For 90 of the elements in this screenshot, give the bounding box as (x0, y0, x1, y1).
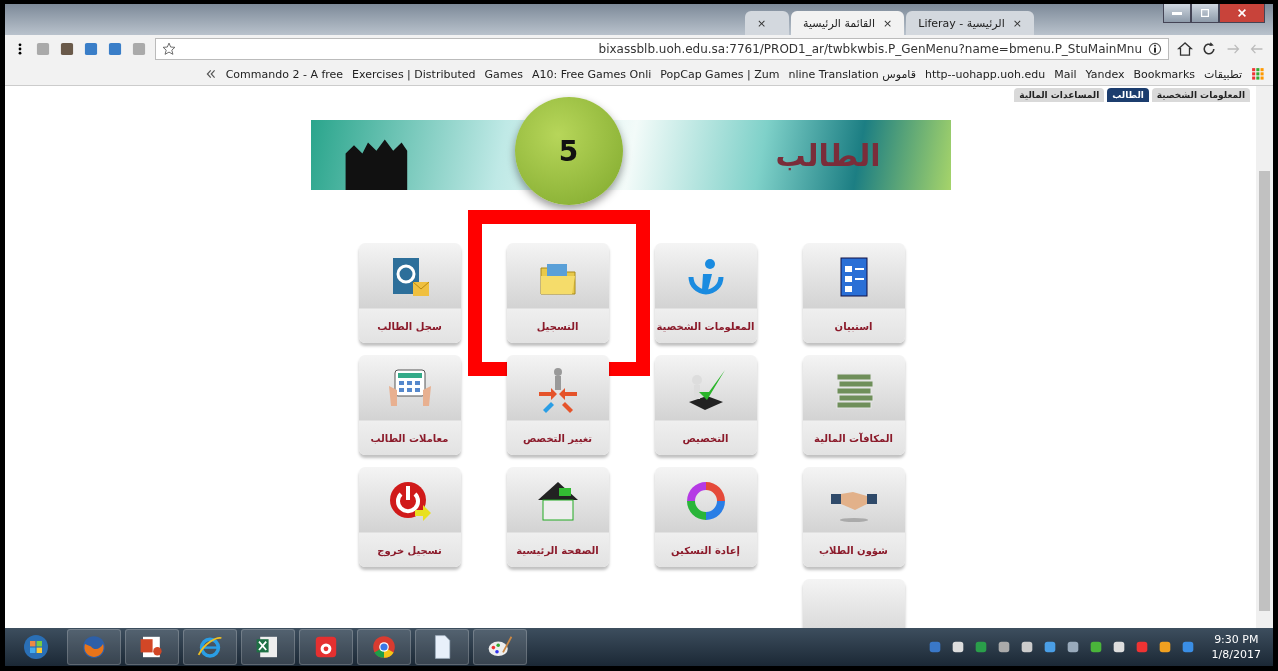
apps-grid-icon (1251, 67, 1265, 81)
tray-icon (927, 640, 942, 654)
star-icon (162, 42, 176, 56)
tile-label: شؤون الطلاب (819, 545, 888, 556)
bookmark-link[interactable]: http--uohapp.uoh.edu (924, 67, 1046, 81)
taskbar-button[interactable] (415, 629, 469, 665)
page-tab[interactable]: المعلومات الشخصية (1151, 88, 1250, 102)
extension-icon (83, 41, 99, 57)
double-chevron-icon (204, 68, 217, 80)
extension-icon (35, 41, 51, 57)
tile-label: استبيان (834, 321, 873, 332)
tile-label: تسجيل خروج (377, 545, 442, 556)
info-icon (1148, 42, 1162, 56)
taskbar-button[interactable] (183, 629, 237, 665)
scrollbar[interactable] (1256, 86, 1273, 628)
maximize-icon (1200, 8, 1210, 18)
bookmark-link[interactable]: Yandex (1085, 67, 1125, 81)
bookmark-link[interactable]: PopCap Games | Zum (660, 67, 780, 81)
tile-label: التسجيل (536, 321, 579, 332)
reload-icon (1201, 41, 1217, 57)
menu-tile[interactable]: تغيير التخصص (506, 355, 609, 455)
menu-tile[interactable]: سجل الطالب (358, 243, 461, 343)
address-field[interactable]: bixassblb.uoh.edu.sa:7761/PROD1_ar/twbkwbis.P_GenMenu?name=bmenu.P_StuMainMnu (155, 38, 1169, 60)
menu-tile[interactable]: التسجيل (506, 243, 609, 343)
tray-icon (1065, 640, 1080, 654)
menu-tile[interactable]: معاملات الطالب (358, 355, 461, 455)
close-icon (1237, 8, 1247, 18)
taskbar-button[interactable] (241, 629, 295, 665)
extension-icon (107, 41, 123, 57)
menu-tile[interactable]: المعلومات الشخصية (654, 243, 757, 343)
tile-label: إعادة التسكين (671, 545, 740, 556)
menu-tile[interactable]: إعادة التسكين (654, 467, 757, 567)
browser-tab[interactable]: القائمة الرئيسية × (791, 11, 905, 35)
taskbar-button[interactable] (357, 629, 411, 665)
tray-icon (1111, 640, 1126, 654)
extension-icon (131, 41, 147, 57)
menu-tile[interactable]: المكافآت المالية (802, 355, 905, 455)
bookmark-link[interactable]: Games (484, 67, 523, 81)
tab-close-button[interactable]: × (1012, 16, 1022, 30)
tray-icon (1019, 640, 1034, 654)
minimize-button[interactable] (1163, 4, 1191, 23)
tray-icon (950, 640, 965, 654)
extension-icon (59, 41, 75, 57)
bookmark-link[interactable]: Mail (1054, 67, 1077, 81)
menu-tile[interactable]: استبيان (802, 243, 905, 343)
bookmark-link[interactable]: Exercises | Distributed (352, 67, 476, 81)
tab-title: القائمة الرئيسية (803, 16, 876, 30)
tab-title: Liferay - الرئيسية (918, 16, 1005, 30)
tray-icon (973, 640, 988, 654)
taskbar-button[interactable] (473, 629, 527, 665)
home-icon (1177, 41, 1193, 57)
bookmark-link[interactable]: nline Translation قاموس (788, 67, 916, 81)
bookmark-link[interactable]: A10: Free Games Onli (531, 67, 652, 81)
page-tab[interactable]: الطالب (1107, 88, 1149, 102)
menu-tile[interactable]: الصفحة الرئيسية (506, 467, 609, 567)
tile-label: الصفحة الرئيسية (516, 545, 599, 556)
tray-icon (1157, 640, 1172, 654)
clock-date: 1/8/2017 (1211, 647, 1261, 662)
close-button[interactable] (1219, 4, 1265, 23)
menu-tile[interactable]: تسجيل خروج (358, 467, 461, 567)
bookmark-link[interactable]: تطبيقات (1204, 67, 1242, 81)
tile-label: سجل الطالب (377, 321, 442, 332)
tray-icon (1180, 640, 1195, 654)
banner-title: الطالب (775, 137, 881, 173)
clock-time: 9:30 PM (1214, 632, 1259, 647)
windows-logo-icon (21, 632, 51, 662)
bookmark-link[interactable]: Commando 2 - A free (225, 67, 344, 81)
taskbar-button[interactable] (125, 629, 179, 665)
minimize-icon (1172, 11, 1182, 15)
tile-label: تغيير التخصص (522, 433, 593, 444)
bookmark-link[interactable]: Bookmarks (1133, 67, 1195, 81)
tray-icon (996, 640, 1011, 654)
tab-close-button[interactable]: × (757, 16, 767, 30)
tray-icon (1134, 640, 1149, 654)
menu-tile[interactable]: شؤون الطلاب (802, 467, 905, 567)
page-tab[interactable]: المساعدات المالية (1014, 88, 1105, 102)
menu-tile[interactable]: التخصيص (654, 355, 757, 455)
maximize-button[interactable] (1191, 4, 1219, 23)
tab-close-button[interactable]: × (883, 16, 893, 30)
browser-tab[interactable]: Liferay - الرئيسية × (906, 11, 1034, 35)
browser-tab[interactable]: × (745, 11, 789, 35)
tile-label: التخصيص (682, 433, 729, 444)
step-badge: 5 (514, 97, 623, 205)
tile-label: المكافآت المالية (814, 433, 893, 444)
tile-label: المعلومات الشخصية (656, 321, 755, 332)
tray-icon (1042, 640, 1057, 654)
tile-label: معاملات الطالب (370, 433, 449, 444)
taskbar-button[interactable] (299, 629, 353, 665)
clock[interactable]: 9:30 PM 1/8/2017 (1211, 632, 1261, 662)
tray-icon (1088, 640, 1103, 654)
